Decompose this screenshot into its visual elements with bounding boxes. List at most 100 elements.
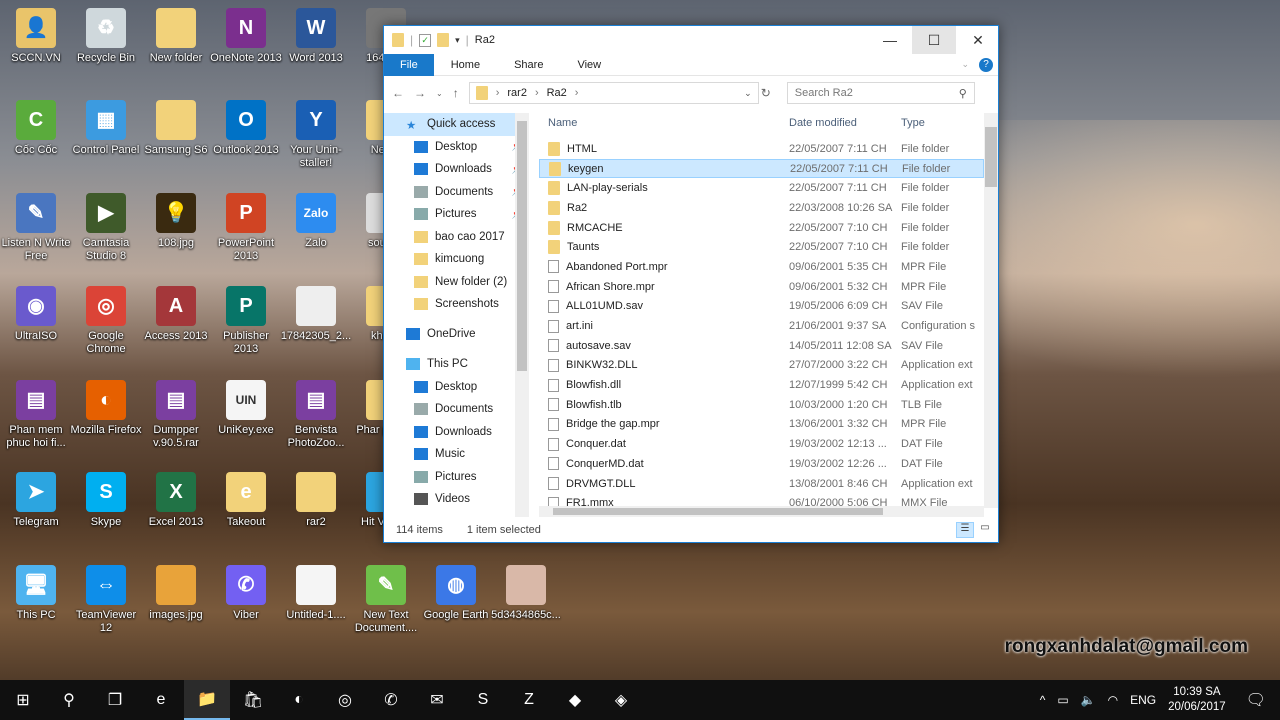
store-icon[interactable]: 🛍 xyxy=(230,680,276,720)
desktop-icon-benvista-photozoo-[interactable]: ▤ Benvista PhotoZoo... xyxy=(280,380,352,450)
tab-file[interactable]: File xyxy=(384,53,434,76)
expand-ribbon-icon[interactable]: ⌄ xyxy=(961,59,969,70)
desktop-icon-telegram[interactable]: ➤ Telegram xyxy=(0,472,72,529)
file-row[interactable]: LAN-play-serials 22/05/2007 7:11 CH File f… xyxy=(539,178,984,198)
column-type[interactable]: Type xyxy=(901,117,979,129)
file-row[interactable]: ConquerMD.dat 19/03/2002 12:26 ... DAT Fil… xyxy=(539,454,984,474)
file-row[interactable]: Blowfish.tlb 10/03/2000 1:20 CH TLB File xyxy=(539,395,984,415)
tab-home[interactable]: Home xyxy=(434,54,497,76)
desktop-icon-outlook-2013[interactable]: O Outlook 2013 xyxy=(210,100,282,157)
task-view-icon[interactable]: ❐ xyxy=(92,680,138,720)
desktop-icon-powerpoint-2013[interactable]: P PowerPoint 2013 xyxy=(210,193,282,263)
desktop-icon-dumpper-v-90-5-rar[interactable]: ▤ Dumpper v.90.5.rar xyxy=(140,380,212,450)
nav-item-music[interactable]: Music xyxy=(384,443,529,466)
file-row[interactable]: HTML 22/05/2007 7:11 CH File folder xyxy=(539,139,984,159)
desktop-icon-samsung-s6[interactable]: Samsung S6 xyxy=(140,100,212,157)
desktop-icon-108-jpg[interactable]: 💡 108.jpg xyxy=(140,193,212,250)
nav-item-screenshots[interactable]: Screenshots xyxy=(384,293,529,316)
wifi-icon[interactable]: ◠ xyxy=(1108,693,1118,707)
desktop-icon-listen-n-write-free[interactable]: ✎ Listen N Write Free xyxy=(0,193,72,263)
forward-icon[interactable]: → xyxy=(414,86,426,100)
action-center-icon[interactable]: 🗨 xyxy=(1246,690,1266,710)
chrome-icon[interactable]: ◎ xyxy=(322,680,368,720)
desktop-icon-17842305-2-[interactable]: 17842305_2... xyxy=(280,286,352,343)
desktop-icon-images-jpg[interactable]: images.jpg xyxy=(140,565,212,622)
nav-item-desktop[interactable]: Desktop xyxy=(384,376,529,399)
desktop-icon-teamviewer-12[interactable]: ⇔ TeamViewer 12 xyxy=(70,565,142,635)
new-folder-icon[interactable] xyxy=(437,33,450,47)
nav-item-downloads[interactable]: Downloads xyxy=(384,421,529,444)
tab-view[interactable]: View xyxy=(560,54,618,76)
file-row[interactable]: BINKW32.DLL 27/07/2000 3:22 CH Application… xyxy=(539,356,984,376)
nav-item-pictures[interactable]: Pictures📌 xyxy=(384,203,529,226)
recent-locations-icon[interactable]: ⌄ xyxy=(436,89,443,98)
refresh-icon[interactable]: ↻ xyxy=(761,86,771,100)
desktop-icon-phan-mem-phuc-hoi-fi-[interactable]: ▤ Phan mem phuc hoi fi... xyxy=(0,380,72,450)
breadcrumb-ra2[interactable]: Ra2 xyxy=(547,87,567,99)
viber-icon[interactable]: ✆ xyxy=(368,680,414,720)
zalo-icon[interactable]: Z xyxy=(506,680,552,720)
nav-item-onedrive[interactable]: OneDrive xyxy=(384,323,529,346)
desktop-icon-control-panel[interactable]: ▦ Control Panel xyxy=(70,100,142,157)
nav-scrollbar[interactable] xyxy=(515,113,529,517)
desktop-icon-google-chrome[interactable]: ◎ Google Chrome xyxy=(70,286,142,356)
desktop-icon-recycle-bin[interactable]: ♻ Recycle Bin xyxy=(70,8,142,65)
breadcrumb-rar2[interactable]: rar2 xyxy=(507,87,527,99)
tab-share[interactable]: Share xyxy=(497,54,560,76)
file-row[interactable]: Bridge the gap.mpr 13/06/2001 3:32 CH MPR … xyxy=(539,415,984,435)
desktop-icon-ultraiso[interactable]: ◉ UltraISO xyxy=(0,286,72,343)
address-dropdown-icon[interactable]: ⌄ xyxy=(744,88,752,99)
battery-icon[interactable]: ▭ xyxy=(1057,693,1068,707)
nav-item-documents[interactable]: Documents📌 xyxy=(384,181,529,204)
file-row[interactable]: Conquer.dat 19/03/2002 12:13 ... DAT File xyxy=(539,434,984,454)
desktop-icon-access-2013[interactable]: A Access 2013 xyxy=(140,286,212,343)
address-bar[interactable]: › rar2 › Ra2 › ⌄ xyxy=(468,82,759,104)
nav-item-this-pc[interactable]: This PC xyxy=(384,353,529,376)
desktop-icon-your-unin-staller-[interactable]: Y Your Unin-staller! xyxy=(280,100,352,170)
up-icon[interactable]: ↑ xyxy=(453,86,459,100)
edge-icon[interactable]: e xyxy=(138,680,184,720)
file-row[interactable]: autosave.sav 14/05/2011 12:08 SA SAV File xyxy=(539,336,984,356)
windows-start-icon[interactable]: ⊞ xyxy=(0,680,46,720)
desktop-icon-this-pc[interactable]: 🖥 This PC xyxy=(0,565,72,622)
desktop-icon-5d3434865c-[interactable]: 5d3434865c... xyxy=(490,565,562,622)
file-row[interactable]: Ra2 22/03/2008 10:26 SA File folder xyxy=(539,198,984,218)
nav-item-desktop[interactable]: Desktop📌 xyxy=(384,136,529,159)
firefox-icon[interactable]: ◐ xyxy=(276,680,322,720)
nav-item-new-folder-2-[interactable]: New folder (2) xyxy=(384,271,529,294)
file-row[interactable]: art.ini 21/06/2001 9:37 SA Configuration s xyxy=(539,316,984,336)
column-date-modified[interactable]: Date modified xyxy=(789,117,901,129)
help-icon[interactable]: ? xyxy=(979,57,993,72)
desktop-icon-google-earth[interactable]: ◍ Google Earth xyxy=(420,565,492,622)
properties-icon[interactable]: ✓ xyxy=(419,33,432,47)
file-explorer-icon[interactable]: 📁 xyxy=(184,680,230,720)
nav-item-pictures[interactable]: Pictures xyxy=(384,466,529,489)
file-row[interactable]: RMCACHE 22/05/2007 7:10 CH File folder xyxy=(539,218,984,238)
file-row[interactable]: Blowfish.dll 12/07/1999 5:42 CH Applicatio… xyxy=(539,375,984,395)
details-view-icon[interactable]: ☰ xyxy=(956,522,974,538)
desktop-icon-sccn-vn[interactable]: 👤 SCCN.VN xyxy=(0,8,72,65)
file-row[interactable]: ALL01UMD.sav 19/05/2006 6:09 CH SAV File xyxy=(539,297,984,317)
close-button[interactable]: ✕ xyxy=(956,26,1000,54)
back-icon[interactable]: ← xyxy=(392,86,404,100)
file-list-scrollbar[interactable] xyxy=(984,113,998,508)
desktop-icon-word-2013[interactable]: W Word 2013 xyxy=(280,8,352,65)
desktop-icon-viber[interactable]: ✆ Viber xyxy=(210,565,282,622)
desktop-icon-camtasia-studio-8[interactable]: ▶ Camtasia Studio 8 xyxy=(70,193,142,263)
show-hidden-icons[interactable]: ^ xyxy=(1040,693,1046,707)
maximize-button[interactable]: ☐ xyxy=(912,26,956,54)
language-indicator[interactable]: ENG xyxy=(1130,693,1156,707)
desktop-icon-excel-2013[interactable]: X Excel 2013 xyxy=(140,472,212,529)
desktop-icon-untitled-1-[interactable]: Untitled-1.... xyxy=(280,565,352,622)
volume-icon[interactable]: 🔈 xyxy=(1081,693,1096,707)
nav-item-documents[interactable]: Documents xyxy=(384,398,529,421)
nav-item-downloads[interactable]: Downloads📌 xyxy=(384,158,529,181)
file-row[interactable]: keygen 22/05/2007 7:11 CH File folder xyxy=(539,158,984,179)
clock[interactable]: 10:39 SA 20/06/2017 xyxy=(1168,685,1226,715)
file-row[interactable]: African Shore.mpr 09/06/2001 5:32 CH MPR F… xyxy=(539,277,984,297)
desktop-icon-rar2[interactable]: rar2 xyxy=(280,472,352,529)
desktop-icon-skype[interactable]: S Skype xyxy=(70,472,142,529)
desktop-icon-c-c-c-c[interactable]: C Cốc Cốc xyxy=(0,100,72,157)
search-input[interactable]: Search Ra2 ⚲ xyxy=(786,82,975,104)
file-row[interactable]: Taunts 22/05/2007 7:10 CH File folder xyxy=(539,237,984,257)
